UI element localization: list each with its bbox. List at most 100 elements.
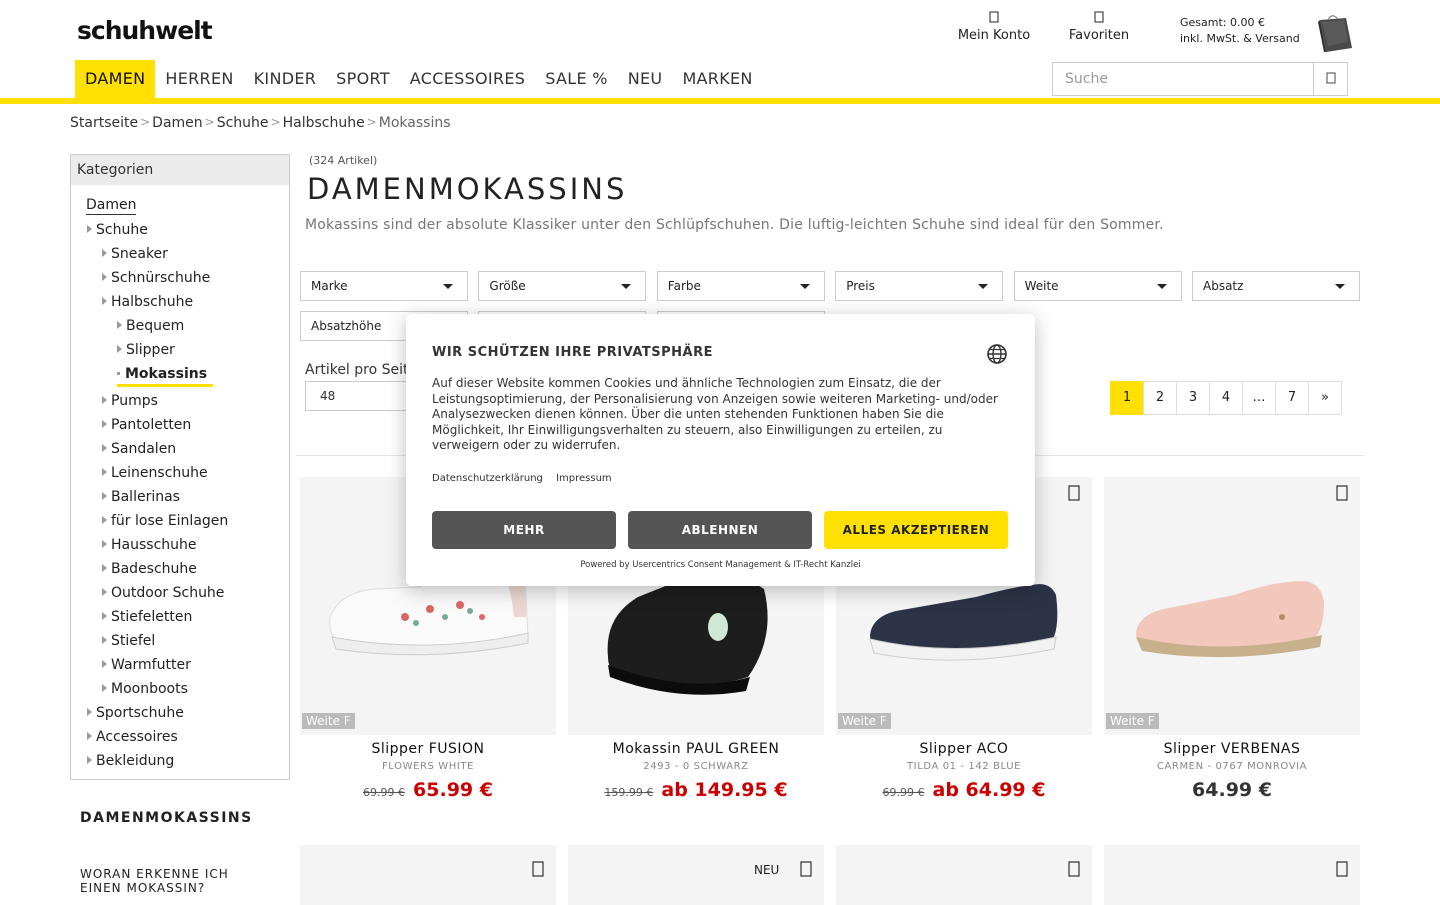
sidebar-item-label: Slipper [126,342,175,358]
caret-right-icon [102,684,107,692]
filter-label: Größe [489,279,526,293]
width-badge: Weite F [302,713,355,729]
cart-summary[interactable]: Gesamt: 0.00 € inkl. MwSt. & Versand [1180,15,1300,47]
heart-icon[interactable] [532,861,544,882]
old-price: 69.99 € [363,786,406,799]
sidebar-item[interactable]: Stiefel [102,633,155,649]
per-page-select[interactable]: 48 [305,381,415,411]
product-name[interactable]: Mokassin PAUL GREEN [568,741,824,757]
page-button[interactable]: 2 [1143,381,1177,415]
accept-all-button[interactable]: ALLES AKZEPTIEREN [824,511,1008,549]
sidebar-item[interactable]: Ballerinas [102,489,180,505]
heart-icon [1064,10,1134,28]
filter-label: Preis [846,279,875,293]
product-card[interactable] [836,845,1092,905]
breadcrumb-item[interactable]: Startseite [70,115,138,131]
page-button[interactable]: … [1242,381,1276,415]
heart-icon[interactable] [800,861,812,882]
more-button[interactable]: MEHR [432,511,616,549]
nav-item-sale[interactable]: SALE % [535,60,618,98]
product-name[interactable]: Slipper FUSION [300,741,556,757]
search-button[interactable] [1313,63,1347,95]
sidebar-item[interactable]: Warmfutter [102,657,191,673]
shopping-bag-icon[interactable] [1318,12,1354,52]
breadcrumb-item[interactable]: Damen [152,115,202,131]
breadcrumb-item[interactable]: Halbschuhe [283,115,365,131]
cookie-title: WIR SCHÜTZEN IHRE PRIVATSPHÄRE [432,345,713,360]
product-image[interactable] [1104,477,1360,735]
nav-item-herren[interactable]: HERREN [155,60,243,98]
sidebar-item[interactable]: Halbschuhe [102,294,193,310]
product-card[interactable] [300,845,556,905]
filter-label: Absatzhöhe [311,319,382,333]
sidebar-root-damen[interactable]: Damen [86,197,137,215]
nav-item-neu[interactable]: NEU [618,60,673,98]
sidebar-item[interactable]: Sneaker [102,246,168,262]
page-button[interactable]: 3 [1176,381,1210,415]
imprint-link[interactable]: Impressum [556,473,612,484]
product-name[interactable]: Slipper VERBENAS [1104,741,1360,757]
heart-icon[interactable] [1336,861,1348,882]
nav-item-marken[interactable]: MARKEN [672,60,762,98]
breadcrumb-item[interactable]: Schuhe [217,115,269,131]
sidebar-item[interactable]: Stiefeletten [102,609,192,625]
sidebar-item[interactable]: Sandalen [102,441,176,457]
filter-dropdown[interactable]: Farbe [656,271,825,301]
sidebar-item[interactable]: Schnürschuhe [102,270,210,286]
page-button[interactable]: 1 [1110,381,1144,415]
sidebar-item[interactable]: Bekleidung [87,753,174,769]
sidebar-item[interactable]: Accessoires [87,729,178,745]
product-card[interactable]: Weite F Slipper VERBENAS CARMEN - 0767 MON… [1104,477,1360,801]
sidebar-item[interactable]: Outdoor Schuhe [102,585,224,601]
sidebar-item-label: Sandalen [111,441,177,457]
page-button[interactable]: » [1308,381,1342,415]
decline-button[interactable]: ABLEHNEN [628,511,812,549]
filter-dropdown[interactable]: Marke [300,271,468,301]
sidebar-item[interactable]: Schuhe [87,222,148,238]
sidebar-item[interactable]: für lose Einlagen [102,513,228,529]
nav-item-sport[interactable]: SPORT [326,60,400,98]
sidebar-item[interactable]: Moonboots [102,681,188,697]
sidebar-item[interactable]: Bequem [117,318,184,334]
heart-icon[interactable] [1068,485,1080,506]
product-card[interactable] [1104,845,1360,905]
sidebar-item[interactable]: Pantoletten [102,417,191,433]
selected-underline [117,384,213,387]
sidebar-item[interactable]: Mokassins [117,366,213,387]
heart-icon[interactable] [1336,485,1348,506]
privacy-link[interactable]: Datenschutzerklärung [432,473,543,484]
sidebar-item-label: Outdoor Schuhe [111,585,225,601]
product-name[interactable]: Slipper ACO [836,741,1092,757]
sidebar-item-label: Pantoletten [111,417,192,433]
search-input[interactable] [1053,63,1313,95]
sidebar-item-label: Sneaker [111,246,168,262]
globe-icon[interactable] [986,343,1008,365]
page-button[interactable]: 4 [1209,381,1243,415]
nav-item-damen[interactable]: DAMEN [75,60,156,98]
filter-dropdown[interactable]: Absatz [1192,271,1360,301]
filter-dropdown[interactable]: Preis [835,271,1004,301]
product-card[interactable]: NEU [568,845,824,905]
sidebar-item[interactable]: Slipper [117,342,175,358]
sidebar-item[interactable]: Sportschuhe [87,705,184,721]
account-link[interactable]: Mein Konto [955,10,1033,43]
nav-item-accessoires[interactable]: ACCESSOIRES [400,60,535,98]
favorites-link[interactable]: Favoriten [1064,10,1134,43]
sidebar-item[interactable]: Pumps [102,393,158,409]
sale-price: ab 149.95 € [661,779,788,801]
caret-right-icon [102,492,107,500]
nav-item-kinder[interactable]: KINDER [244,60,327,98]
chevron-down-icon [799,284,810,289]
heart-icon[interactable] [1068,861,1080,882]
sidebar-item[interactable]: Leinenschuhe [102,465,208,481]
seo-question[interactable]: WORAN ERKENNE ICH EINEN MOKASSIN? [80,867,260,895]
product-price: 64.99 € [1104,779,1360,801]
page-button[interactable]: 7 [1275,381,1309,415]
site-logo[interactable]: schuhwelt [77,16,213,45]
filter-label: Absatz [1203,279,1244,293]
sidebar-item[interactable]: Badeschuhe [102,561,197,577]
sidebar-item[interactable]: Hausschuhe [102,537,197,553]
chevron-down-icon [1156,284,1167,289]
filter-dropdown[interactable]: Größe [478,271,647,301]
filter-dropdown[interactable]: Weite [1013,271,1182,301]
